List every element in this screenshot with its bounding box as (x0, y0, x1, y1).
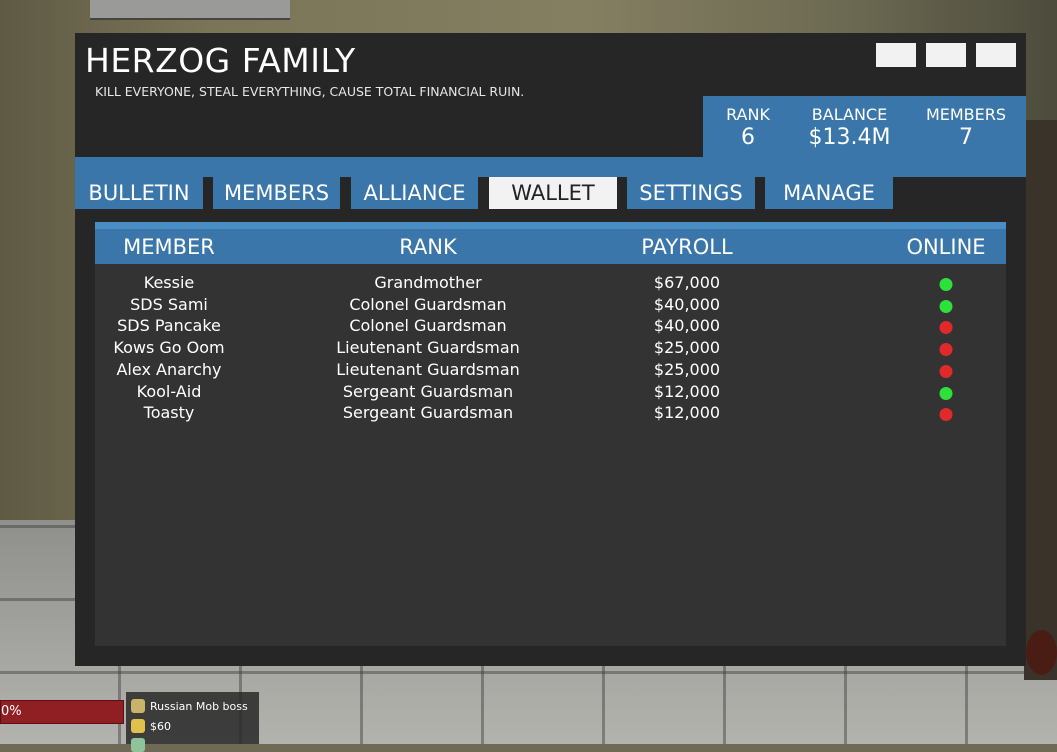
header-strip (75, 157, 1026, 177)
tab-members[interactable]: MEMBERS (213, 177, 340, 209)
cell-payroll: $25,000 (653, 359, 721, 379)
header-payroll: PAYROLL (641, 235, 733, 259)
cell-member: Kool-Aid (136, 381, 202, 401)
tab-bar: BULLETIN MEMBERS ALLIANCE WALLET SETTING… (75, 177, 1026, 209)
cell-payroll: $40,000 (653, 294, 721, 314)
cell-payroll: $25,000 (653, 338, 721, 358)
family-name: HERZOG FAMILY (85, 41, 356, 80)
money-text: $60 (150, 720, 171, 733)
members-value: 7 (959, 125, 973, 150)
offline-indicator-icon (939, 408, 953, 422)
cell-payroll: $67,000 (653, 273, 721, 292)
cell-rank: Colonel Guardsman (349, 294, 507, 314)
family-motto: KILL EVERYONE, STEAL EVERYTHING, CAUSE T… (95, 84, 525, 99)
family-stats: RANK 6 BALANCE $13.4M MEMBERS 7 (703, 96, 1026, 157)
table-row[interactable]: Alex Anarchy Lieutenant Guardsman $25,000 (95, 360, 1006, 382)
table-row[interactable]: Kows Go Oom Lieutenant Guardsman $25,000 (95, 338, 1006, 360)
job-icon (131, 699, 145, 713)
health-text: 0% (1, 704, 22, 719)
table-row[interactable]: Toasty Sergeant Guardsman $12,000 (95, 403, 1006, 425)
cell-member: Alex Anarchy (116, 359, 222, 379)
cell-payroll: $12,000 (653, 403, 721, 423)
tab-manage[interactable]: MANAGE (765, 177, 893, 209)
table-row[interactable]: Kool-Aid Sergeant Guardsman $12,000 (95, 382, 1006, 404)
balance-label: BALANCE (811, 105, 888, 124)
cell-rank: Lieutenant Guardsman (336, 359, 520, 379)
cell-member: SDS Sami (130, 294, 208, 314)
cell-payroll: $12,000 (653, 381, 721, 401)
header-member: MEMBER (123, 235, 215, 259)
wallet-content: MEMBER RANK PAYROLL ONLINE Kessie Grandmo… (95, 222, 1006, 646)
cell-rank: Colonel Guardsman (349, 316, 507, 336)
cell-rank: Sergeant Guardsman (342, 403, 514, 423)
family-panel: HERZOG FAMILY KILL EVERYONE, STEAL EVERY… (75, 33, 1026, 666)
cell-rank: Lieutenant Guardsman (336, 338, 520, 358)
tab-wallet[interactable]: WALLET (489, 177, 617, 209)
rank-value: 6 (741, 125, 755, 150)
cell-member: SDS Pancake (117, 316, 221, 336)
balance-stat: BALANCE $13.4M (793, 96, 906, 157)
door (1024, 120, 1057, 680)
window-button-1[interactable] (876, 43, 916, 67)
table-row[interactable]: SDS Pancake Colonel Guardsman $40,000 (95, 316, 1006, 338)
cell-payroll: $40,000 (653, 316, 721, 336)
online-indicator-icon (939, 299, 953, 313)
header-rank: RANK (399, 235, 457, 259)
cell-member: Kessie (143, 273, 195, 292)
job-text: Russian Mob boss (150, 700, 248, 713)
cell-rank: Grandmother (374, 273, 482, 292)
health-bar: 0% (0, 700, 124, 724)
members-stat: MEMBERS 7 (906, 96, 1026, 157)
offline-indicator-icon (939, 321, 953, 335)
cell-member: Toasty (143, 403, 195, 423)
window-button-2[interactable] (926, 43, 966, 67)
offline-indicator-icon (939, 343, 953, 357)
cell-member: Kows Go Oom (113, 338, 225, 358)
tab-settings[interactable]: SETTINGS (627, 177, 755, 209)
offline-indicator-icon (939, 364, 953, 378)
tab-alliance[interactable]: ALLIANCE (351, 177, 478, 209)
salary-icon (131, 738, 145, 752)
tab-bulletin[interactable]: BULLETIN (75, 177, 203, 209)
online-indicator-icon (939, 386, 953, 400)
table-header: MEMBER RANK PAYROLL ONLINE (95, 222, 1006, 264)
table-row[interactable]: SDS Sami Colonel Guardsman $40,000 (95, 295, 1006, 317)
door-knob (1026, 630, 1057, 675)
balance-value: $13.4M (808, 125, 891, 150)
vent (90, 0, 290, 20)
cell-rank: Sergeant Guardsman (342, 381, 514, 401)
money-icon (131, 719, 145, 733)
header-online: ONLINE (906, 235, 986, 259)
rank-label: RANK (726, 105, 770, 124)
online-indicator-icon (939, 278, 953, 291)
table-row[interactable]: Kessie Grandmother $67,000 (95, 273, 1006, 295)
window-button-3[interactable] (976, 43, 1016, 67)
rank-stat: RANK 6 (703, 96, 793, 157)
members-label: MEMBERS (925, 105, 1007, 124)
